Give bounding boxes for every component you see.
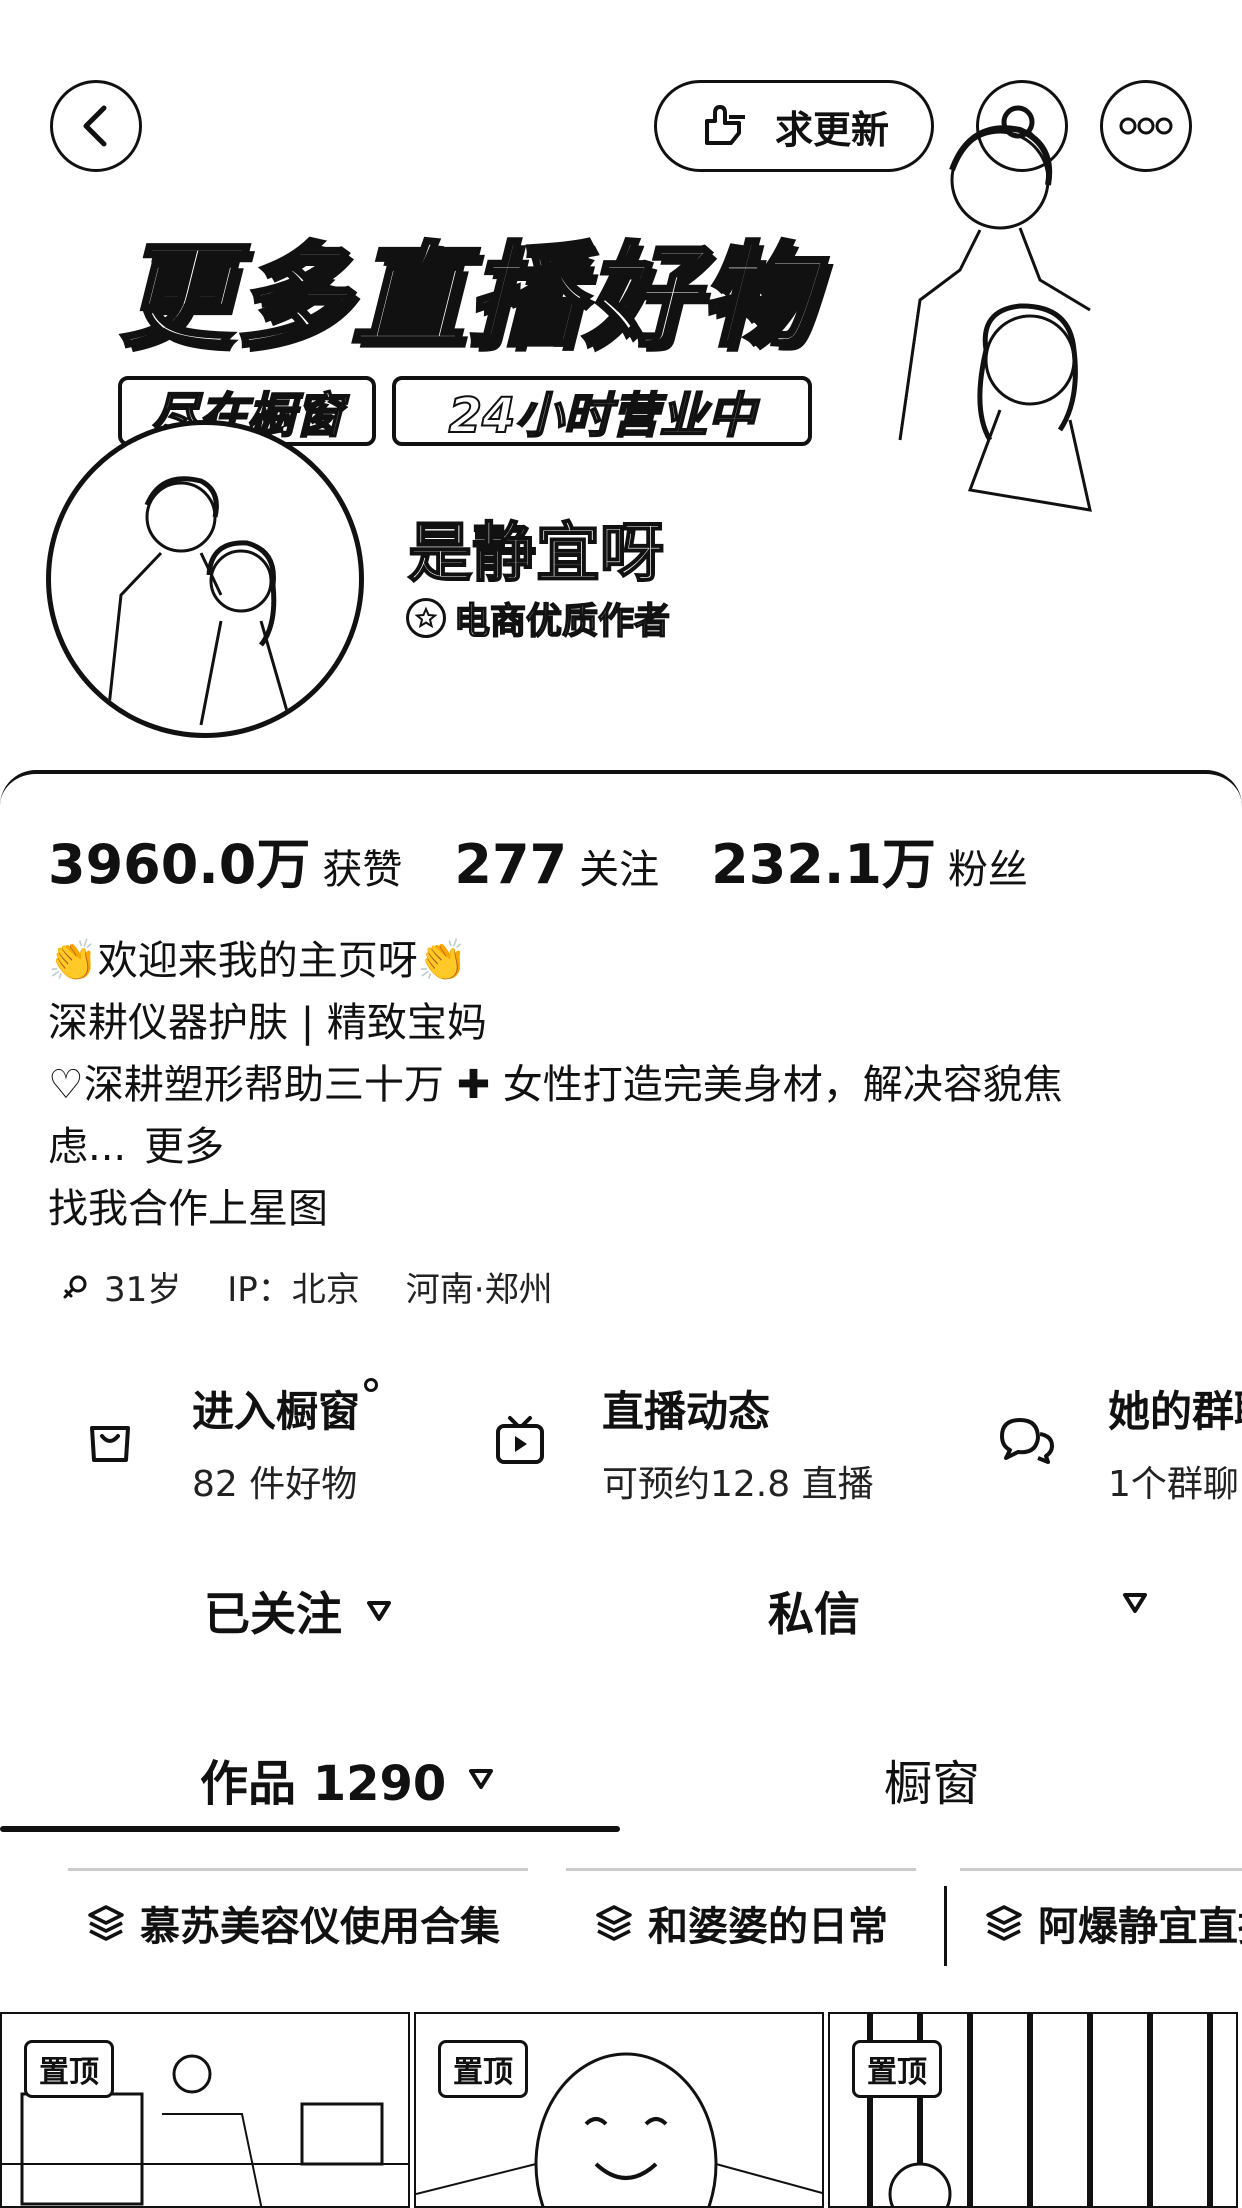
collection-item[interactable]: 和婆婆的日常 [594,1894,888,1952]
triangle-down-icon [367,1601,391,1621]
divider [68,1868,528,1871]
female-gender-icon [63,1275,87,1298]
bio-line: 深耕仪器护肤 | 精致宝妈 [48,1000,487,1046]
shopping-bag-icon [80,1410,140,1470]
collection-divider [944,1886,947,1966]
group-chat-entry-sub: 1个群聊 [1108,1464,1239,1505]
star-badge-icon [406,598,446,638]
video-thumbnail[interactable]: 置顶 [0,2012,410,2208]
collection-item[interactable]: 阿爆静宜直播 [984,1894,1242,1952]
layers-icon [986,1905,1022,1941]
followed-button[interactable]: 已关注 [204,1578,392,1644]
triangle-down-icon [1123,1593,1147,1613]
group-chat-entry[interactable]: 她的群聊 1个群聊 [996,1378,1242,1505]
showcase-entry-title: 进入橱窗 [192,1378,379,1439]
couple-illustration [898,125,1092,512]
live-entry-title: 直播动态 [602,1387,771,1436]
location-label: 河南·郑州 [405,1270,553,1310]
video-thumbnail[interactable]: 置顶 [414,2012,824,2208]
profile-stats: 3960.0万 获赞 277 关注 232.1万 粉丝 [48,820,1080,899]
collection-label: 慕苏美容仪使用合集 [140,1904,500,1950]
collection-label: 和婆婆的日常 [648,1904,888,1950]
bio-line: 虑... [48,1124,127,1170]
message-button[interactable]: 私信 [768,1578,860,1644]
live-entry[interactable]: 直播动态 可预约12.8 直播 [490,1378,874,1505]
pointing-hand-icon [704,105,745,145]
layers-icon [596,1905,632,1941]
showcase-entry[interactable]: 进入橱窗 82 件好物 [80,1378,379,1505]
followed-label: 已关注 [204,1587,342,1641]
bio-line: 👏欢迎来我的主页呀👏 [48,938,468,984]
chat-bubbles-icon [996,1410,1056,1470]
live-entry-sub: 可预约12.8 直播 [602,1464,874,1505]
active-tab-indicator [0,1826,620,1832]
status-bar [0,0,1242,60]
profile-banner: 求更新 更多直播好物 尽在橱窗 24小时营业中 是静宜呀 电商优质作者 [0,0,1242,780]
more-options-button[interactable] [1100,80,1192,172]
more-actions-dropdown[interactable] [1122,1592,1148,1618]
ip-label: IP：北京 [227,1270,360,1310]
collection-label: 阿爆静宜直播 [1038,1904,1242,1950]
profile-avatar[interactable] [46,420,364,738]
bio-line: 找我合作上星图 [48,1186,328,1232]
chevron-left-icon [83,105,107,147]
age-label: 31岁 [104,1270,182,1310]
triangle-down-icon [469,1769,494,1789]
collection-item[interactable]: 慕苏美容仪使用合集 [86,1894,500,1952]
group-chat-entry-title: 她的群聊 [1108,1387,1242,1436]
tab-works-label: 作品 1290 [200,1756,447,1812]
creator-badge[interactable]: 电商优质作者 [406,592,671,644]
back-button[interactable] [50,80,142,172]
followers-label: 粉丝 [947,847,1028,893]
divider [960,1868,1242,1871]
more-dots-icon [1119,117,1173,135]
profile-info-row: 31岁 IP：北京 河南·郑州 [60,1262,599,1311]
tab-showcase[interactable]: 橱窗 [884,1744,980,1814]
followers-count[interactable]: 232.1万 [711,820,936,899]
showcase-entry-sub: 82 件好物 [192,1464,358,1505]
layers-icon [88,1905,124,1941]
creator-badge-label: 电商优质作者 [453,600,671,643]
likes-count[interactable]: 3960.0万 [48,820,310,899]
following-label: 关注 [579,847,660,893]
video-thumbnail[interactable]: 置顶 [828,2012,1238,2208]
promo-headline: 更多直播好物 [118,230,816,364]
bio-line-truncated: 虑... 更多 [48,1116,1188,1178]
tv-icon [490,1410,550,1470]
notification-dot [364,1378,379,1392]
tab-works[interactable]: 作品 1290 [200,1744,494,1814]
promo-tag-hours: 24小时营业中 [392,376,812,446]
pinned-badge: 置顶 [24,2040,114,2098]
divider [566,1868,916,1871]
profile-bio: 👏欢迎来我的主页呀👏 深耕仪器护肤 | 精致宝妈 ♡深耕塑形帮助三十万 ✚ 女性… [48,930,1188,1240]
collections-row: 慕苏美容仪使用合集 和婆婆的日常 阿爆静宜直播 [0,1866,1242,1976]
likes-label: 获赞 [322,847,403,893]
bio-line: ♡深耕塑形帮助三十万 ✚ 女性打造完美身材，解决容貌焦 [48,1062,1063,1108]
profile-name: 是静宜呀 [407,516,665,592]
pinned-badge: 置顶 [852,2040,942,2098]
avatar-image [105,476,293,726]
bio-more-link[interactable]: 更多 [144,1124,224,1170]
following-count[interactable]: 277 [454,833,567,896]
pinned-badge: 置顶 [438,2040,528,2098]
